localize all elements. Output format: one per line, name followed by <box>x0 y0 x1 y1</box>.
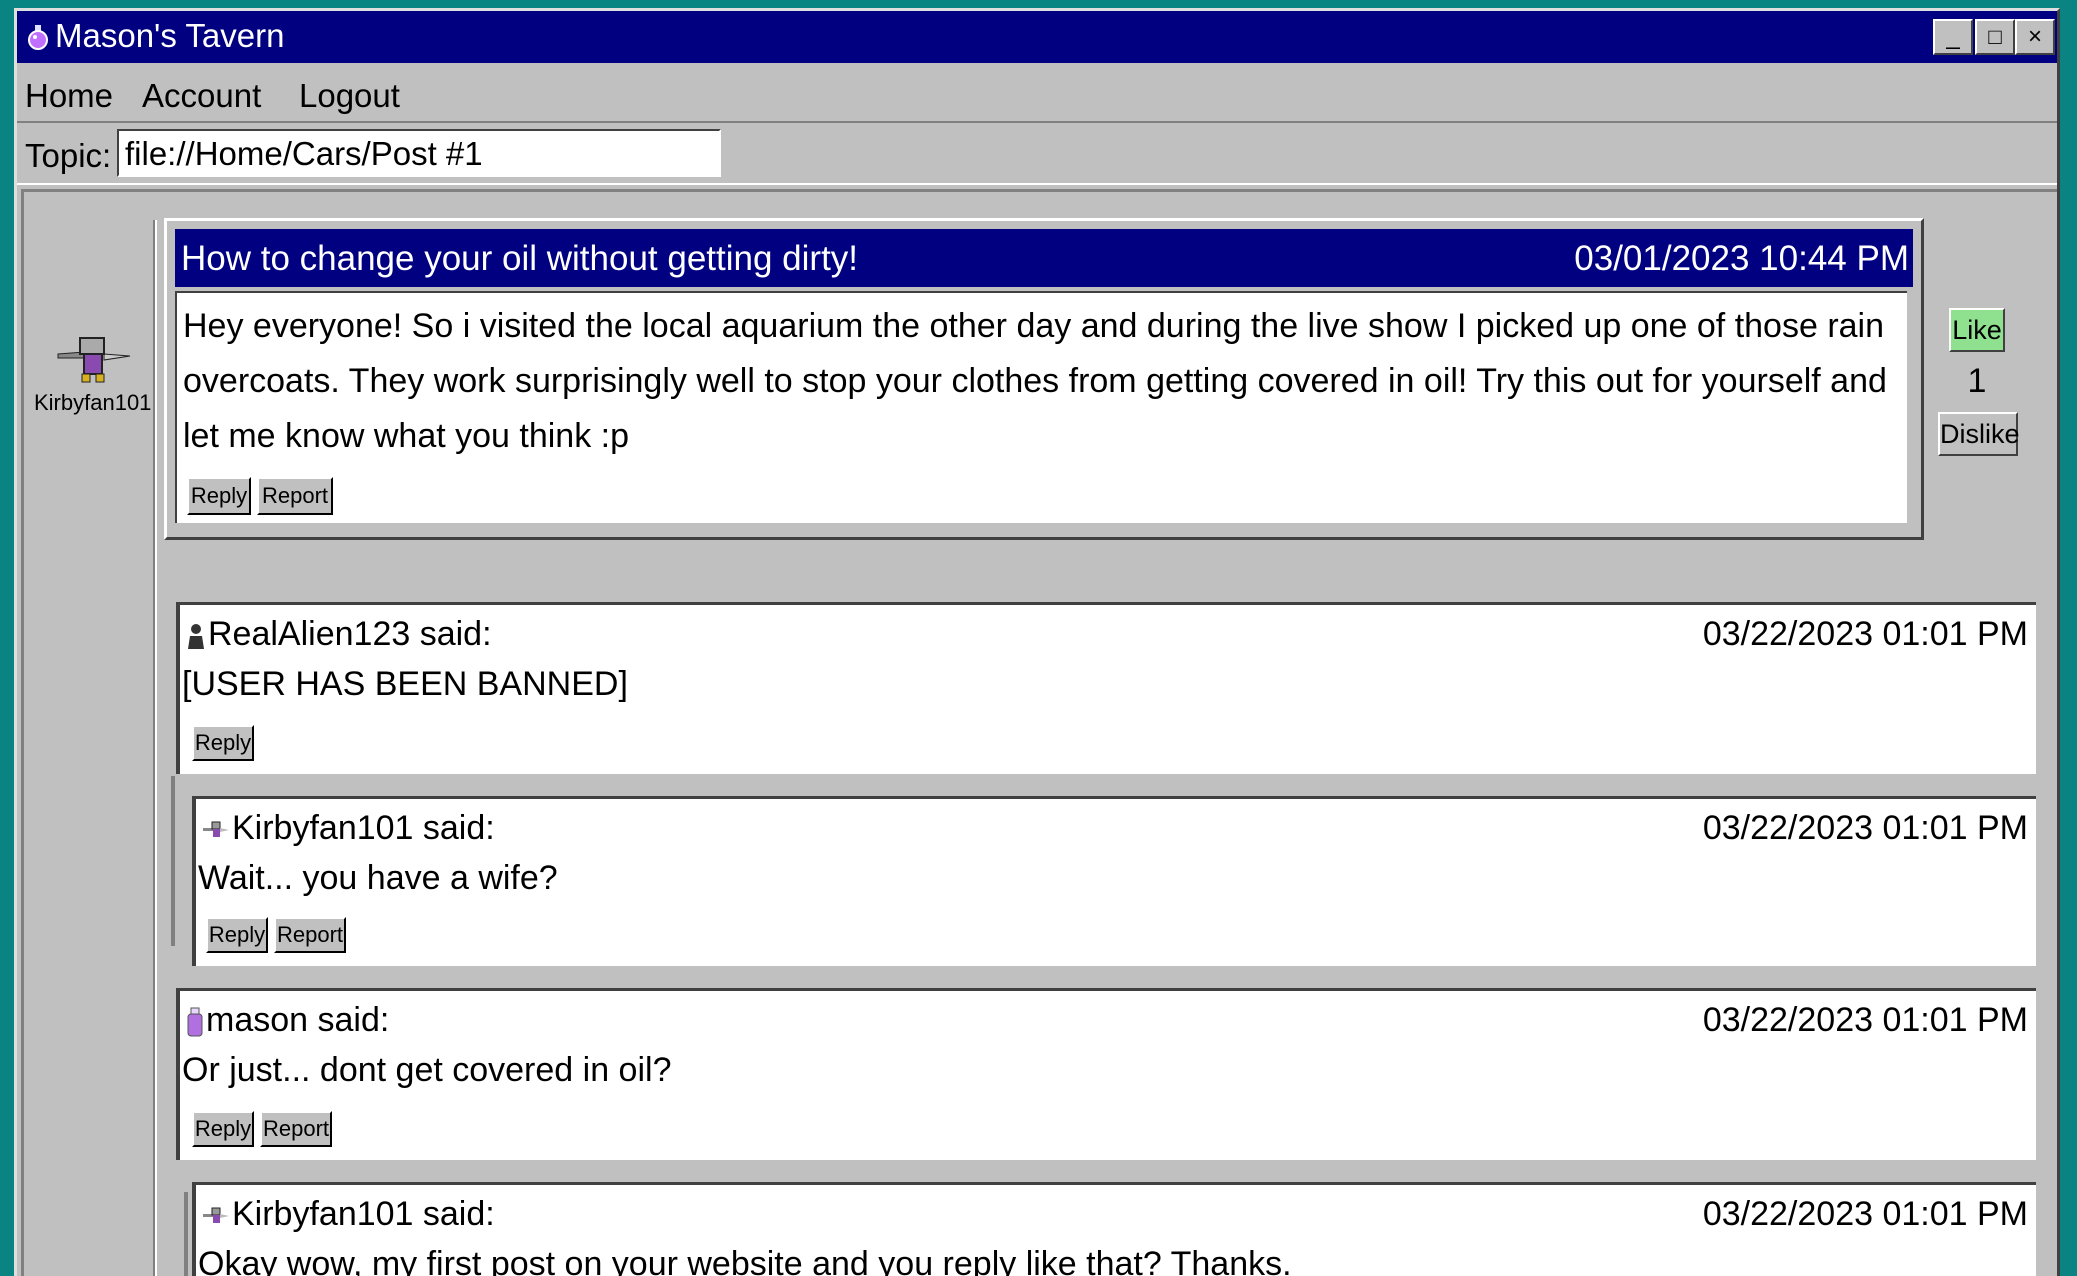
reply-date: 03/22/2023 01:01 PM <box>1702 1001 2028 1039</box>
reply-date: 03/22/2023 01:01 PM <box>1702 615 2028 653</box>
post-report-button[interactable]: Report <box>257 477 333 515</box>
window-title: Mason's Tavern <box>55 17 285 54</box>
reply-button[interactable]: Reply <box>192 1111 254 1147</box>
thread-rail <box>171 776 175 946</box>
person-icon <box>188 624 204 650</box>
report-button[interactable]: Report <box>260 1111 332 1147</box>
topic-bar: Topic: file://Home/Cars/Post #1 <box>17 121 2057 185</box>
post-text: Hey everyone! So i visited the local aqu… <box>183 307 1887 455</box>
reply-date: 03/22/2023 01:01 PM <box>1702 1195 2028 1233</box>
reply-text: Or just... dont get covered in oil? <box>182 1051 672 1089</box>
kirby-knight-icon <box>57 337 131 383</box>
thread-rail <box>184 1192 188 1276</box>
kirby-knight-icon <box>203 821 229 838</box>
minimize-button[interactable]: _ <box>1933 19 1973 55</box>
reply-text: [USER HAS BEEN BANNED] <box>182 665 628 703</box>
topic-label: Topic: <box>25 137 112 174</box>
menu-logout[interactable]: Logout <box>299 77 400 115</box>
post-reply-button[interactable]: Reply <box>187 477 251 515</box>
reply-user-name: Kirbyfan101 said: <box>232 1195 495 1233</box>
potion-app-icon <box>28 25 48 50</box>
reply-item: RealAlien123 said: 03/22/2023 01:01 PM [… <box>176 602 2036 774</box>
report-button[interactable]: Report <box>274 917 346 953</box>
dislike-button[interactable]: Dislike <box>1938 412 2020 456</box>
like-button[interactable]: Like <box>1949 308 2005 352</box>
column-divider <box>153 220 157 1276</box>
app-window: Mason's Tavern _ □ × Home Account Logout… <box>14 8 2060 1276</box>
maximize-button[interactable]: □ <box>1975 19 2015 55</box>
title-bar[interactable]: Mason's Tavern _ □ × <box>17 11 2057 63</box>
reply-user[interactable]: RealAlien123 said: <box>186 615 492 654</box>
forum-content: Kirbyfan101 How to change your oil witho… <box>21 189 2057 1276</box>
menu-account[interactable]: Account <box>142 77 261 115</box>
post-body: Hey everyone! So i visited the local aqu… <box>175 291 1907 523</box>
post-title: How to change your oil without getting d… <box>181 239 859 278</box>
post-author-name[interactable]: Kirbyfan101 <box>34 390 151 416</box>
reply-user[interactable]: Kirbyfan101 said: <box>202 809 495 848</box>
post-header: How to change your oil without getting d… <box>175 229 1913 287</box>
kirby-knight-icon <box>203 1207 229 1224</box>
reply-user[interactable]: mason said: <box>186 1001 389 1040</box>
menu-bar: Home Account Logout <box>17 67 2057 115</box>
reply-item: Kirbyfan101 said: 03/22/2023 01:01 PM Ok… <box>192 1182 2036 1276</box>
reply-user-name: Kirbyfan101 said: <box>232 809 495 847</box>
reply-text: Okay wow, my first post on your website … <box>198 1245 1292 1276</box>
reply-item: mason said: 03/22/2023 01:01 PM Or just.… <box>176 988 2036 1160</box>
reply-user-name: RealAlien123 said: <box>208 615 492 653</box>
reply-date: 03/22/2023 01:01 PM <box>1702 809 2028 847</box>
reply-user-name: mason said: <box>206 1001 390 1039</box>
topic-address-field[interactable]: file://Home/Cars/Post #1 <box>117 129 721 177</box>
like-count: 1 <box>1967 362 1987 400</box>
potion-icon <box>187 1007 203 1037</box>
close-button[interactable]: × <box>2015 19 2055 55</box>
post-date: 03/01/2023 10:44 PM <box>1574 239 1909 278</box>
reply-button[interactable]: Reply <box>206 917 268 953</box>
menu-home[interactable]: Home <box>25 77 113 115</box>
reply-item: Kirbyfan101 said: 03/22/2023 01:01 PM Wa… <box>192 796 2036 966</box>
original-post: How to change your oil without getting d… <box>164 218 1924 540</box>
author-column: Kirbyfan101 <box>24 192 151 1276</box>
reply-button[interactable]: Reply <box>192 725 254 761</box>
reply-text: Wait... you have a wife? <box>198 859 558 897</box>
reply-user[interactable]: Kirbyfan101 said: <box>202 1195 495 1234</box>
